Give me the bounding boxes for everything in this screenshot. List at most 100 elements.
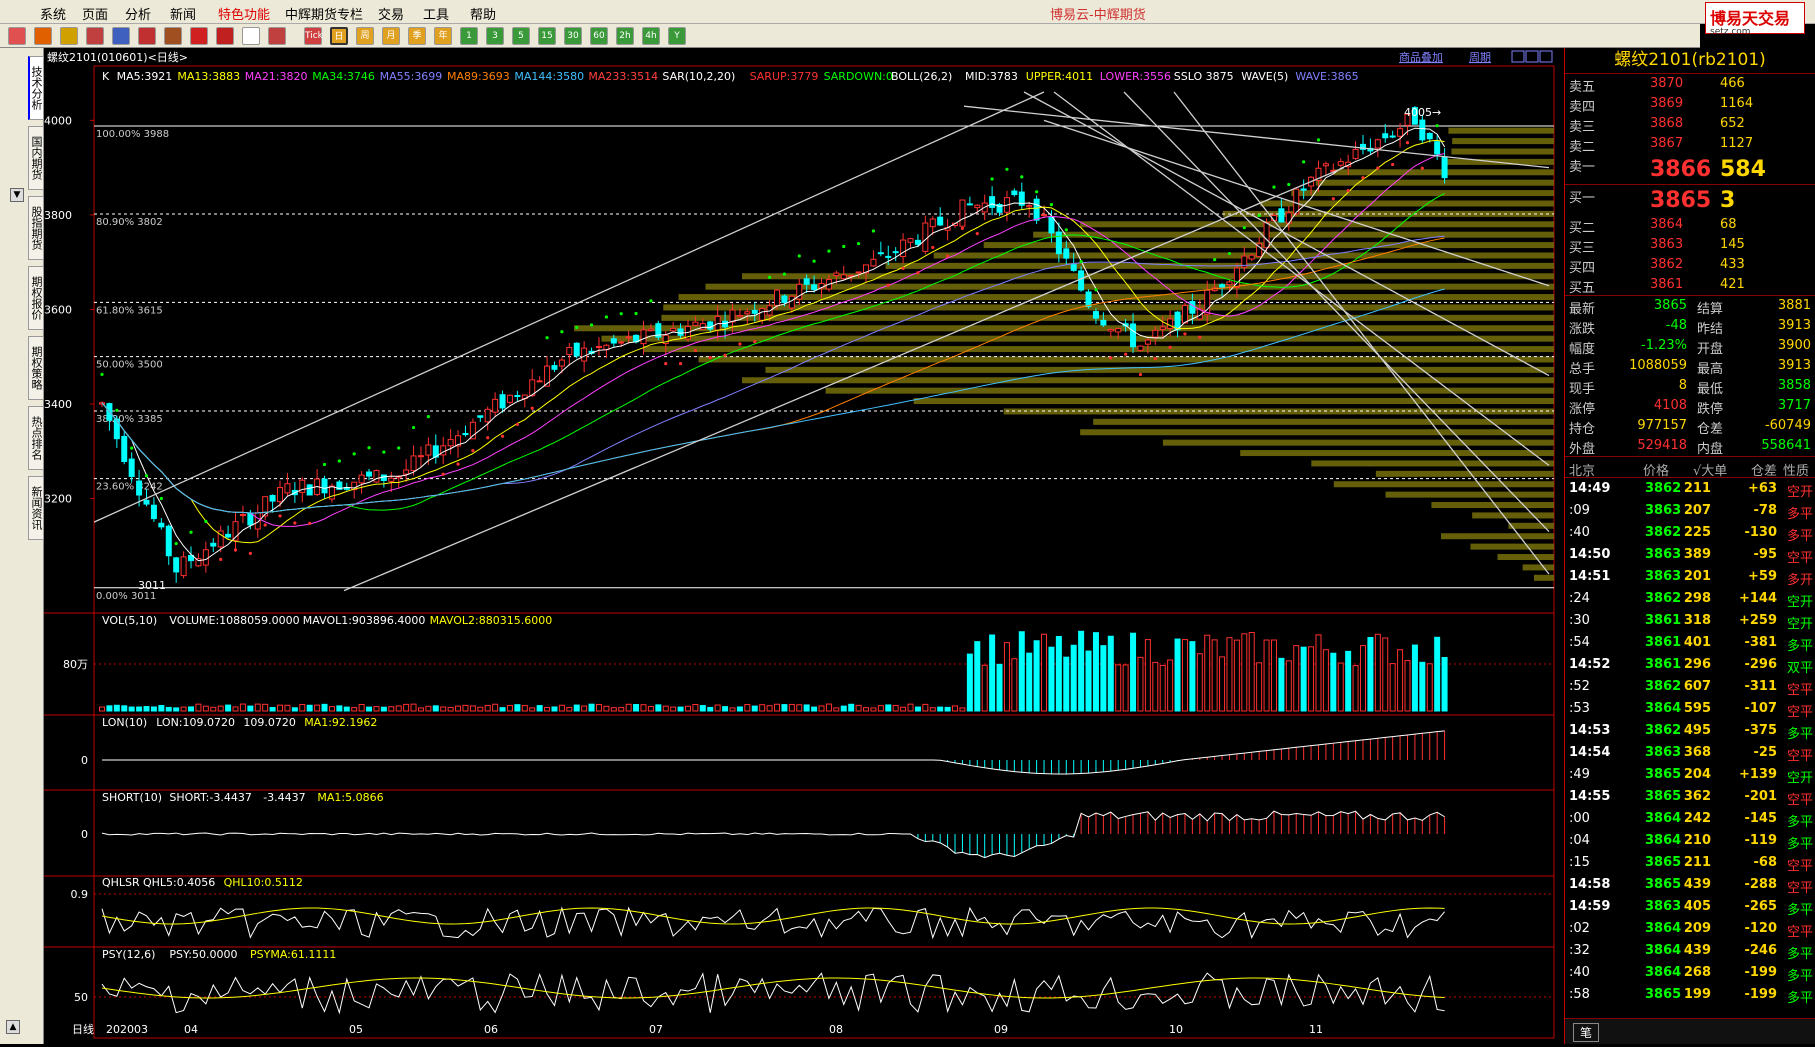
tab-tick[interactable]: 笔 — [1573, 1023, 1600, 1042]
ask-row[interactable]: 卖一 3866 584 — [1565, 154, 1815, 184]
ask-row[interactable]: 卖二 3867 1127 — [1565, 134, 1815, 155]
trade-row[interactable]: :09 3863 207 -78 多平 — [1565, 500, 1815, 522]
candle-body — [811, 284, 818, 291]
period-button-11[interactable]: 60 — [590, 27, 608, 45]
toolbar-tool-icon-2[interactable] — [60, 27, 78, 45]
toolbar-tool-icon-1[interactable] — [34, 27, 52, 45]
trade-row[interactable]: 14:54 3863 368 -25 空平 — [1565, 742, 1815, 764]
menu-item-1[interactable]: 页面 — [82, 4, 108, 23]
period-button-9[interactable]: 15 — [538, 27, 556, 45]
toolbar-tool-icon-8[interactable] — [216, 27, 234, 45]
trade-row[interactable]: 14:53 3862 495 -375 多平 — [1565, 720, 1815, 742]
trade-list[interactable]: 14:49 3862 211 +63 空开:09 3863 207 -78 多平:40 3862 2… — [1565, 478, 1815, 1006]
left-tab-0[interactable]: 技术分析 — [28, 56, 44, 120]
menu-item-0[interactable]: 系统 — [40, 4, 66, 23]
sar-dot — [1183, 332, 1187, 336]
trade-row[interactable]: 14:51 3863 201 +59 多开 — [1565, 566, 1815, 588]
trade-row[interactable]: :40 3862 225 -130 多平 — [1565, 522, 1815, 544]
volume-bar — [818, 705, 825, 712]
toolbar-tool-icon-3[interactable] — [86, 27, 104, 45]
trade-row[interactable]: :54 3861 401 -381 多平 — [1565, 632, 1815, 654]
trade-row[interactable]: 14:52 3861 296 -296 双平 — [1565, 654, 1815, 676]
toolbar-tool-icon-4[interactable] — [112, 27, 130, 45]
left-tab-2[interactable]: 股指期货 — [28, 196, 44, 260]
period-button-1[interactable]: 日 — [330, 27, 348, 45]
period-link[interactable]: 周期 — [1469, 51, 1491, 64]
period-button-3[interactable]: 月 — [382, 27, 400, 45]
period-button-0[interactable]: Tick — [304, 27, 323, 45]
left-tab-3[interactable]: 期权报价 — [28, 266, 44, 330]
trade-row[interactable]: :58 3865 199 -199 多平 — [1565, 984, 1815, 1006]
trade-row[interactable]: 14:49 3862 211 +63 空开 — [1565, 478, 1815, 500]
trade-row[interactable]: :52 3862 607 -311 空平 — [1565, 676, 1815, 698]
volume-bar — [173, 707, 180, 712]
sar-dot — [634, 311, 638, 316]
toolbar-tool-icon-0[interactable] — [8, 27, 26, 45]
toolbar-tool-icon-5[interactable] — [138, 27, 156, 45]
bid-row[interactable]: 买二 3864 68 — [1565, 215, 1815, 236]
menu-item-7[interactable]: 工具 — [423, 4, 449, 23]
volume-bar — [595, 703, 602, 712]
menu-item-6[interactable]: 交易 — [378, 4, 404, 23]
bid-row[interactable]: 买三 3863 145 — [1565, 235, 1815, 256]
period-button-6[interactable]: 1 — [460, 27, 478, 45]
ask-row[interactable]: 卖四 3869 1164 — [1565, 94, 1815, 115]
ask-row[interactable]: 卖三 3868 652 — [1565, 114, 1815, 135]
left-tab-4[interactable]: 期权策略 — [28, 336, 44, 400]
trade-row[interactable]: :30 3861 318 +259 空开 — [1565, 610, 1815, 632]
date-tick-label: 07 — [649, 1023, 663, 1036]
trade-row[interactable]: :00 3864 242 -145 多平 — [1565, 808, 1815, 830]
trade-row[interactable]: :32 3864 439 -246 多平 — [1565, 940, 1815, 962]
toolbar-tool-icon-7[interactable] — [190, 27, 208, 45]
period-button-4[interactable]: 季 — [408, 27, 426, 45]
trade-row[interactable]: 14:59 3863 405 -265 多平 — [1565, 896, 1815, 918]
scroll-down-icon[interactable]: ▼ — [10, 188, 24, 202]
trade-oi-change: -95 — [1753, 547, 1778, 562]
trade-row[interactable]: 14:55 3865 362 -201 空平 — [1565, 786, 1815, 808]
trade-row[interactable]: :04 3864 210 -119 多平 — [1565, 830, 1815, 852]
trade-row[interactable]: 14:50 3863 389 -95 空平 — [1565, 544, 1815, 566]
trade-row[interactable]: :24 3862 298 +144 空开 — [1565, 588, 1815, 610]
trade-row[interactable]: :49 3865 204 +139 空开 — [1565, 764, 1815, 786]
menu-item-3[interactable]: 新闻 — [170, 4, 196, 23]
menu-item-5[interactable]: 中辉期货专栏 — [285, 4, 363, 23]
trade-row[interactable]: :53 3864 595 -107 空平 — [1565, 698, 1815, 720]
period-button-5[interactable]: 年 — [434, 27, 452, 45]
sar-dot — [975, 232, 979, 236]
toolbar-tool-icon-9[interactable] — [242, 27, 260, 45]
menu-item-4[interactable]: 特色功能 — [218, 4, 270, 23]
candle-body — [1181, 305, 1188, 324]
kline-chart-area[interactable]: 螺纹2101(010601)<日线> 商品叠加 周期 K MA5:3921 MA13:38… — [44, 48, 1564, 1044]
toolbar-tool-icon-10[interactable] — [268, 27, 286, 45]
period-button-14[interactable]: Y — [668, 27, 686, 45]
volume-bar — [1330, 652, 1337, 712]
trade-row[interactable]: :15 3865 211 -68 空平 — [1565, 852, 1815, 874]
period-button-12[interactable]: 2h — [616, 27, 634, 45]
trade-row[interactable]: :02 3864 209 -120 空平 — [1565, 918, 1815, 940]
ask-row[interactable]: 卖五 3870 466 — [1565, 74, 1815, 95]
bid-row[interactable]: 买五 3861 421 — [1565, 275, 1815, 296]
stat-row: 总手 1088059 最高 3913 — [1565, 356, 1815, 377]
period-button-8[interactable]: 5 — [512, 27, 530, 45]
trade-oi-change: -68 — [1753, 855, 1778, 870]
toolbar-tool-icon-6[interactable] — [164, 27, 182, 45]
volume-bar — [1233, 639, 1240, 712]
bid-row[interactable]: 买一 3865 3 — [1565, 185, 1815, 215]
trade-row[interactable]: :40 3864 268 -199 多平 — [1565, 962, 1815, 984]
trade-volume: 211 — [1683, 855, 1711, 870]
menu-item-8[interactable]: 帮助 — [470, 4, 496, 23]
menu-item-2[interactable]: 分析 — [125, 4, 151, 23]
compare-link[interactable]: 商品叠加 — [1399, 50, 1443, 64]
volume-bar — [1130, 632, 1137, 712]
period-button-2[interactable]: 周 — [356, 27, 374, 45]
trade-row[interactable]: 14:58 3865 439 -288 空平 — [1565, 874, 1815, 896]
left-tab-5[interactable]: 热点排名 — [28, 406, 44, 470]
period-button-13[interactable]: 4h — [642, 27, 660, 45]
period-button-7[interactable]: 3 — [486, 27, 504, 45]
left-tab-6[interactable]: 新闻资讯 — [28, 476, 44, 540]
volume-axis-label: 80万 — [63, 658, 88, 671]
left-tab-1[interactable]: 国内期货 — [28, 126, 44, 190]
period-button-10[interactable]: 30 — [564, 27, 582, 45]
scroll-up-icon[interactable]: ▲ — [6, 1020, 20, 1034]
bid-row[interactable]: 买四 3862 433 — [1565, 255, 1815, 276]
